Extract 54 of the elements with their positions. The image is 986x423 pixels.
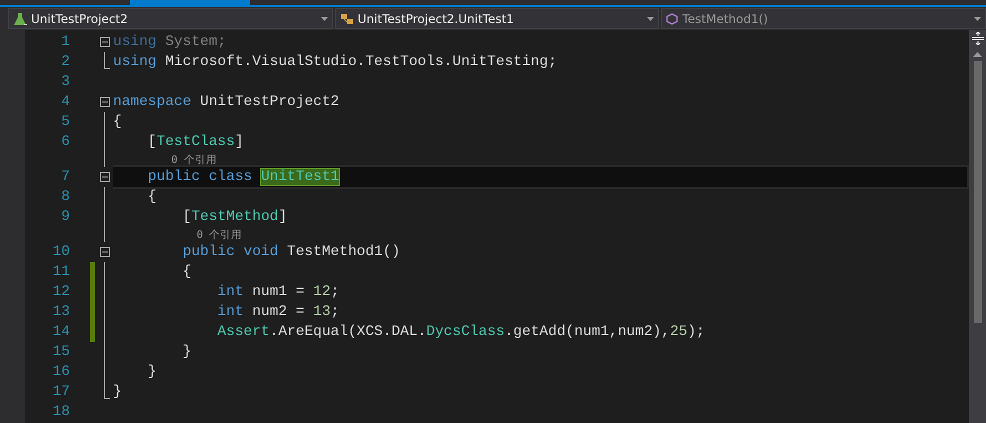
line-number: 17 [52, 384, 70, 400]
code-line: { [146, 189, 157, 205]
line-number: 10 [52, 244, 70, 260]
collapse-icon[interactable] [100, 247, 110, 257]
line-number: 18 [52, 404, 70, 420]
navigation-dropdown[interactable]: UnitTestProject2.UnitTest1 [334, 8, 660, 29]
code-line: { [182, 264, 192, 280]
code-line: [TestMethod] [182, 209, 288, 225]
code-line: } [146, 364, 157, 380]
reference-count[interactable]: 0 个引用 [146, 228, 242, 242]
code-line: int num2 = 13; [216, 304, 340, 320]
line-number: 16 [52, 364, 70, 380]
line-number: 5 [60, 114, 70, 130]
line-number: 7 [60, 169, 70, 185]
caret-icon [974, 16, 982, 20]
code-line: namespace UnitTestProject2 [113, 94, 340, 110]
navigation-dropdown[interactable]: TestMethod1() [661, 8, 986, 29]
code-line: public void TestMethod1() [182, 244, 400, 260]
code-line: { [113, 114, 122, 130]
line-number: 13 [52, 304, 70, 320]
split-icon[interactable] [972, 32, 984, 45]
line-number: 4 [60, 94, 70, 110]
code-line: } [113, 384, 122, 400]
line-number: 11 [52, 264, 70, 280]
code-line: using System; [113, 34, 226, 50]
line-number: 1 [60, 34, 70, 50]
code-line: public class UnitTest1 [146, 169, 340, 185]
collapse-icon[interactable] [100, 97, 110, 107]
fold-end-icon [104, 382, 110, 402]
caret-icon [320, 16, 328, 20]
line-number: 6 [60, 134, 70, 150]
code-line: [TestClass] [146, 134, 244, 150]
scrollbar[interactable] [969, 30, 986, 423]
line-number: 14 [52, 324, 70, 340]
caret-icon [647, 16, 654, 20]
line-number: 15 [52, 344, 70, 360]
line-number: 8 [60, 189, 70, 205]
flask-icon [13, 12, 27, 26]
line-number: 3 [60, 74, 70, 90]
scroll-up-icon[interactable] [973, 52, 982, 57]
line-number: 2 [60, 54, 70, 70]
collapse-icon[interactable] [100, 37, 110, 47]
fold-end-icon [104, 52, 110, 72]
class-icon [340, 12, 354, 26]
scroll-thumb[interactable] [974, 61, 982, 323]
collapse-icon[interactable] [100, 172, 110, 182]
code-line: Assert.AreEqual(XCS.DAL.DycsClass.getAdd(num1,num2),25); [216, 324, 705, 340]
code-line: int num1 = 12; [216, 284, 340, 300]
line-number: 9 [60, 209, 70, 225]
reference-count[interactable]: 0 个引用 [146, 152, 217, 166]
line-number: 12 [52, 284, 70, 300]
code-line: } [182, 344, 192, 360]
navigation-dropdown[interactable]: UnitTestProject2 [8, 8, 333, 29]
code-line: using Microsoft.VisualStudio.TestTools.UnitTesting; [113, 54, 557, 70]
